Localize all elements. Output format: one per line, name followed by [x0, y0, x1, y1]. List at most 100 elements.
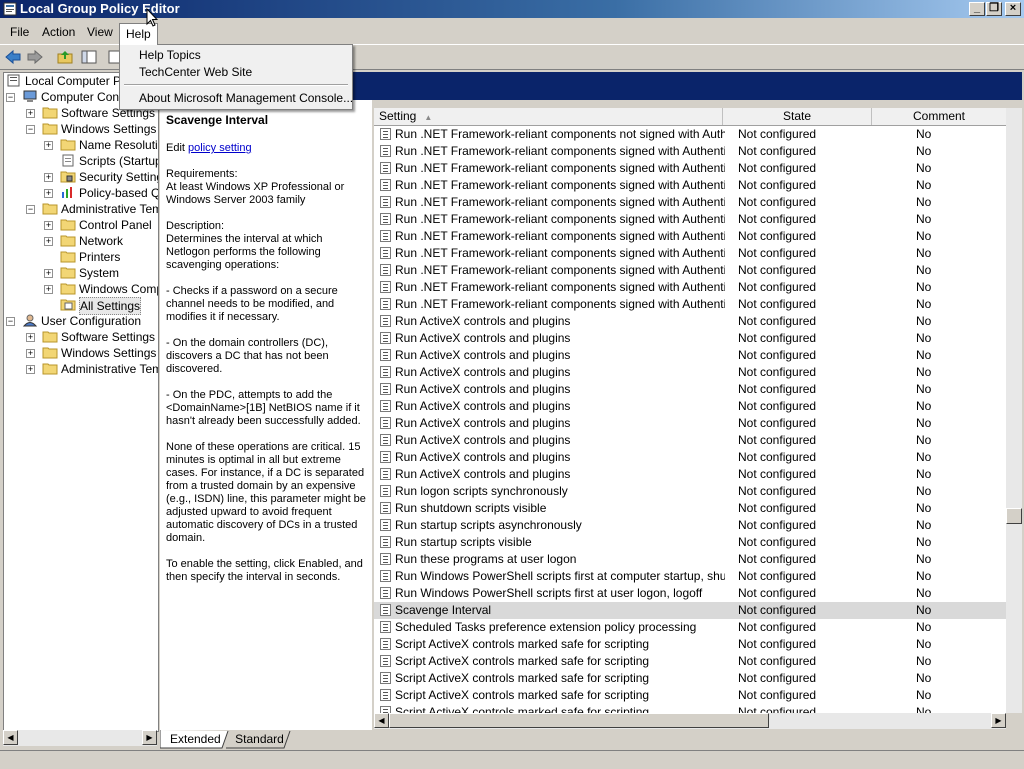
minimize-button[interactable]: _	[969, 2, 985, 16]
expand-icon[interactable]: +	[26, 349, 35, 358]
table-row[interactable]: Scavenge Interval Not configured No	[374, 602, 1006, 619]
tree-node[interactable]: − Administrative Temp	[4, 201, 158, 217]
tree-node[interactable]: + Control Panel	[4, 217, 158, 233]
tree-node[interactable]: + Security Setting	[4, 169, 158, 185]
menu-file[interactable]: File	[4, 23, 35, 41]
expand-icon[interactable]: +	[44, 189, 53, 198]
policy-setting-link[interactable]: policy setting	[188, 142, 252, 154]
menu-item-help-topics[interactable]: Help Topics	[139, 48, 201, 62]
row-state: Not configured	[738, 314, 817, 328]
close-button[interactable]: ×	[1005, 2, 1021, 16]
tree-node[interactable]: + Network	[4, 233, 158, 249]
restore-button[interactable]: ❐	[986, 2, 1002, 16]
table-row[interactable]: Scheduled Tasks preference extension pol…	[374, 619, 1006, 636]
table-row[interactable]: Run .NET Framework-reliant components si…	[374, 211, 1006, 228]
forward-arrow-icon[interactable]	[26, 49, 44, 65]
table-row[interactable]: Run ActiveX controls and plugins Not conf…	[374, 381, 1006, 398]
tab-extended[interactable]: Extended	[170, 731, 221, 748]
policy-setting-icon	[380, 247, 391, 259]
table-row[interactable]: Run Windows PowerShell scripts first at …	[374, 585, 1006, 602]
table-row[interactable]: Run startup scripts visible Not configure…	[374, 534, 1006, 551]
table-row[interactable]: Script ActiveX controls marked safe for …	[374, 636, 1006, 653]
tree-node[interactable]: + Software Settings	[4, 329, 158, 345]
table-row[interactable]: Run ActiveX controls and plugins Not conf…	[374, 449, 1006, 466]
collapse-icon[interactable]: −	[26, 125, 35, 134]
table-row[interactable]: Run ActiveX controls and plugins Not conf…	[374, 398, 1006, 415]
expand-icon[interactable]: +	[26, 365, 35, 374]
table-row[interactable]: Script ActiveX controls marked safe for …	[374, 653, 1006, 670]
column-header-comment[interactable]: Comment	[872, 108, 1006, 125]
tree-horizontal-scrollbar[interactable]: ◀ ▶	[3, 730, 157, 746]
expand-icon[interactable]: +	[44, 173, 53, 182]
horizontal-scroll-thumb[interactable]	[389, 713, 769, 728]
menu-item-about-mmc[interactable]: About Microsoft Management Console...	[139, 91, 353, 105]
tree-node[interactable]: + Policy-based Q	[4, 185, 158, 201]
table-row[interactable]: Run ActiveX controls and plugins Not conf…	[374, 364, 1006, 381]
expand-icon[interactable]: +	[44, 285, 53, 294]
back-arrow-icon[interactable]	[4, 49, 22, 65]
table-row[interactable]: Run shutdown scripts visible Not configur…	[374, 500, 1006, 517]
list-horizontal-scrollbar[interactable]: ◀ ▶	[374, 713, 1006, 729]
expand-icon[interactable]: +	[44, 269, 53, 278]
table-row[interactable]: Script ActiveX controls marked safe for …	[374, 687, 1006, 704]
scroll-left-icon[interactable]: ◀	[3, 730, 18, 745]
collapse-icon[interactable]: −	[26, 205, 35, 214]
table-row[interactable]: Script ActiveX controls marked safe for …	[374, 670, 1006, 687]
table-row[interactable]: Run ActiveX controls and plugins Not conf…	[374, 432, 1006, 449]
tree-node[interactable]: + Windows Comp	[4, 281, 158, 297]
expand-icon[interactable]: +	[26, 109, 35, 118]
table-row[interactable]: Run ActiveX controls and plugins Not conf…	[374, 330, 1006, 347]
tree-node[interactable]: + Administrative Temp	[4, 361, 158, 377]
column-header-state[interactable]: State	[723, 108, 872, 125]
table-row[interactable]: Run startup scripts asynchronously Not co…	[374, 517, 1006, 534]
expand-icon[interactable]: +	[26, 333, 35, 342]
collapse-icon[interactable]: −	[6, 317, 15, 326]
tree-node[interactable]: − User Configuration	[4, 313, 158, 329]
table-row[interactable]: Run .NET Framework-reliant components si…	[374, 194, 1006, 211]
table-row[interactable]: Run .NET Framework-reliant components si…	[374, 177, 1006, 194]
table-row[interactable]: Run ActiveX controls and plugins Not conf…	[374, 466, 1006, 483]
scroll-right-icon[interactable]: ▶	[142, 730, 157, 745]
table-row[interactable]: Run .NET Framework-reliant components si…	[374, 296, 1006, 313]
tree-node[interactable]: Scripts (Startup	[4, 153, 158, 169]
list-vertical-scrollbar[interactable]	[1006, 108, 1022, 713]
tree-node[interactable]: + Name Resolutio	[4, 137, 158, 153]
tree-node[interactable]: Printers	[4, 249, 158, 265]
table-row[interactable]: Run ActiveX controls and plugins Not conf…	[374, 347, 1006, 364]
collapse-icon[interactable]: −	[6, 93, 15, 102]
table-row[interactable]: Run .NET Framework-reliant components si…	[374, 143, 1006, 160]
menu-item-techcenter[interactable]: TechCenter Web Site	[139, 65, 252, 79]
tree-node[interactable]: All Settings	[4, 297, 158, 315]
menu-action[interactable]: Action	[36, 23, 81, 41]
table-row[interactable]: Run Windows PowerShell scripts first at …	[374, 568, 1006, 585]
expand-icon[interactable]: +	[44, 221, 53, 230]
show-hide-tree-icon[interactable]	[80, 49, 98, 65]
table-row[interactable]: Run these programs at user logon Not conf…	[374, 551, 1006, 568]
list-scroll-right-icon[interactable]: ▶	[991, 713, 1006, 728]
table-row[interactable]: Run .NET Framework-reliant components si…	[374, 262, 1006, 279]
table-row[interactable]: Run logon scripts synchronously Not confi…	[374, 483, 1006, 500]
policy-setting-icon	[380, 706, 391, 713]
table-row[interactable]: Run .NET Framework-reliant components si…	[374, 228, 1006, 245]
expand-icon[interactable]: +	[44, 141, 53, 150]
table-row[interactable]: Script ActiveX controls marked safe for …	[374, 704, 1006, 713]
table-row[interactable]: Run ActiveX controls and plugins Not conf…	[374, 313, 1006, 330]
row-setting: Run logon scripts synchronously	[395, 484, 568, 498]
tab-standard[interactable]: Standard	[232, 731, 287, 748]
list-scroll-left-icon[interactable]: ◀	[374, 713, 389, 728]
folder-icon	[42, 330, 58, 343]
column-header-setting[interactable]: Setting ▲	[374, 108, 723, 125]
table-row[interactable]: Run .NET Framework-reliant components si…	[374, 160, 1006, 177]
table-row[interactable]: Run .NET Framework-reliant components no…	[374, 126, 1006, 143]
vertical-scroll-thumb[interactable]	[1006, 508, 1022, 524]
sort-ascending-icon: ▲	[424, 113, 433, 122]
table-row[interactable]: Run .NET Framework-reliant components si…	[374, 245, 1006, 262]
menu-view[interactable]: View	[81, 23, 119, 41]
up-folder-icon[interactable]	[56, 49, 74, 65]
table-row[interactable]: Run .NET Framework-reliant components si…	[374, 279, 1006, 296]
tree-node[interactable]: + System	[4, 265, 158, 281]
expand-icon[interactable]: +	[44, 237, 53, 246]
table-row[interactable]: Run ActiveX controls and plugins Not conf…	[374, 415, 1006, 432]
tree-node[interactable]: − Windows Settings	[4, 121, 158, 137]
tree-node[interactable]: + Windows Settings	[4, 345, 158, 361]
